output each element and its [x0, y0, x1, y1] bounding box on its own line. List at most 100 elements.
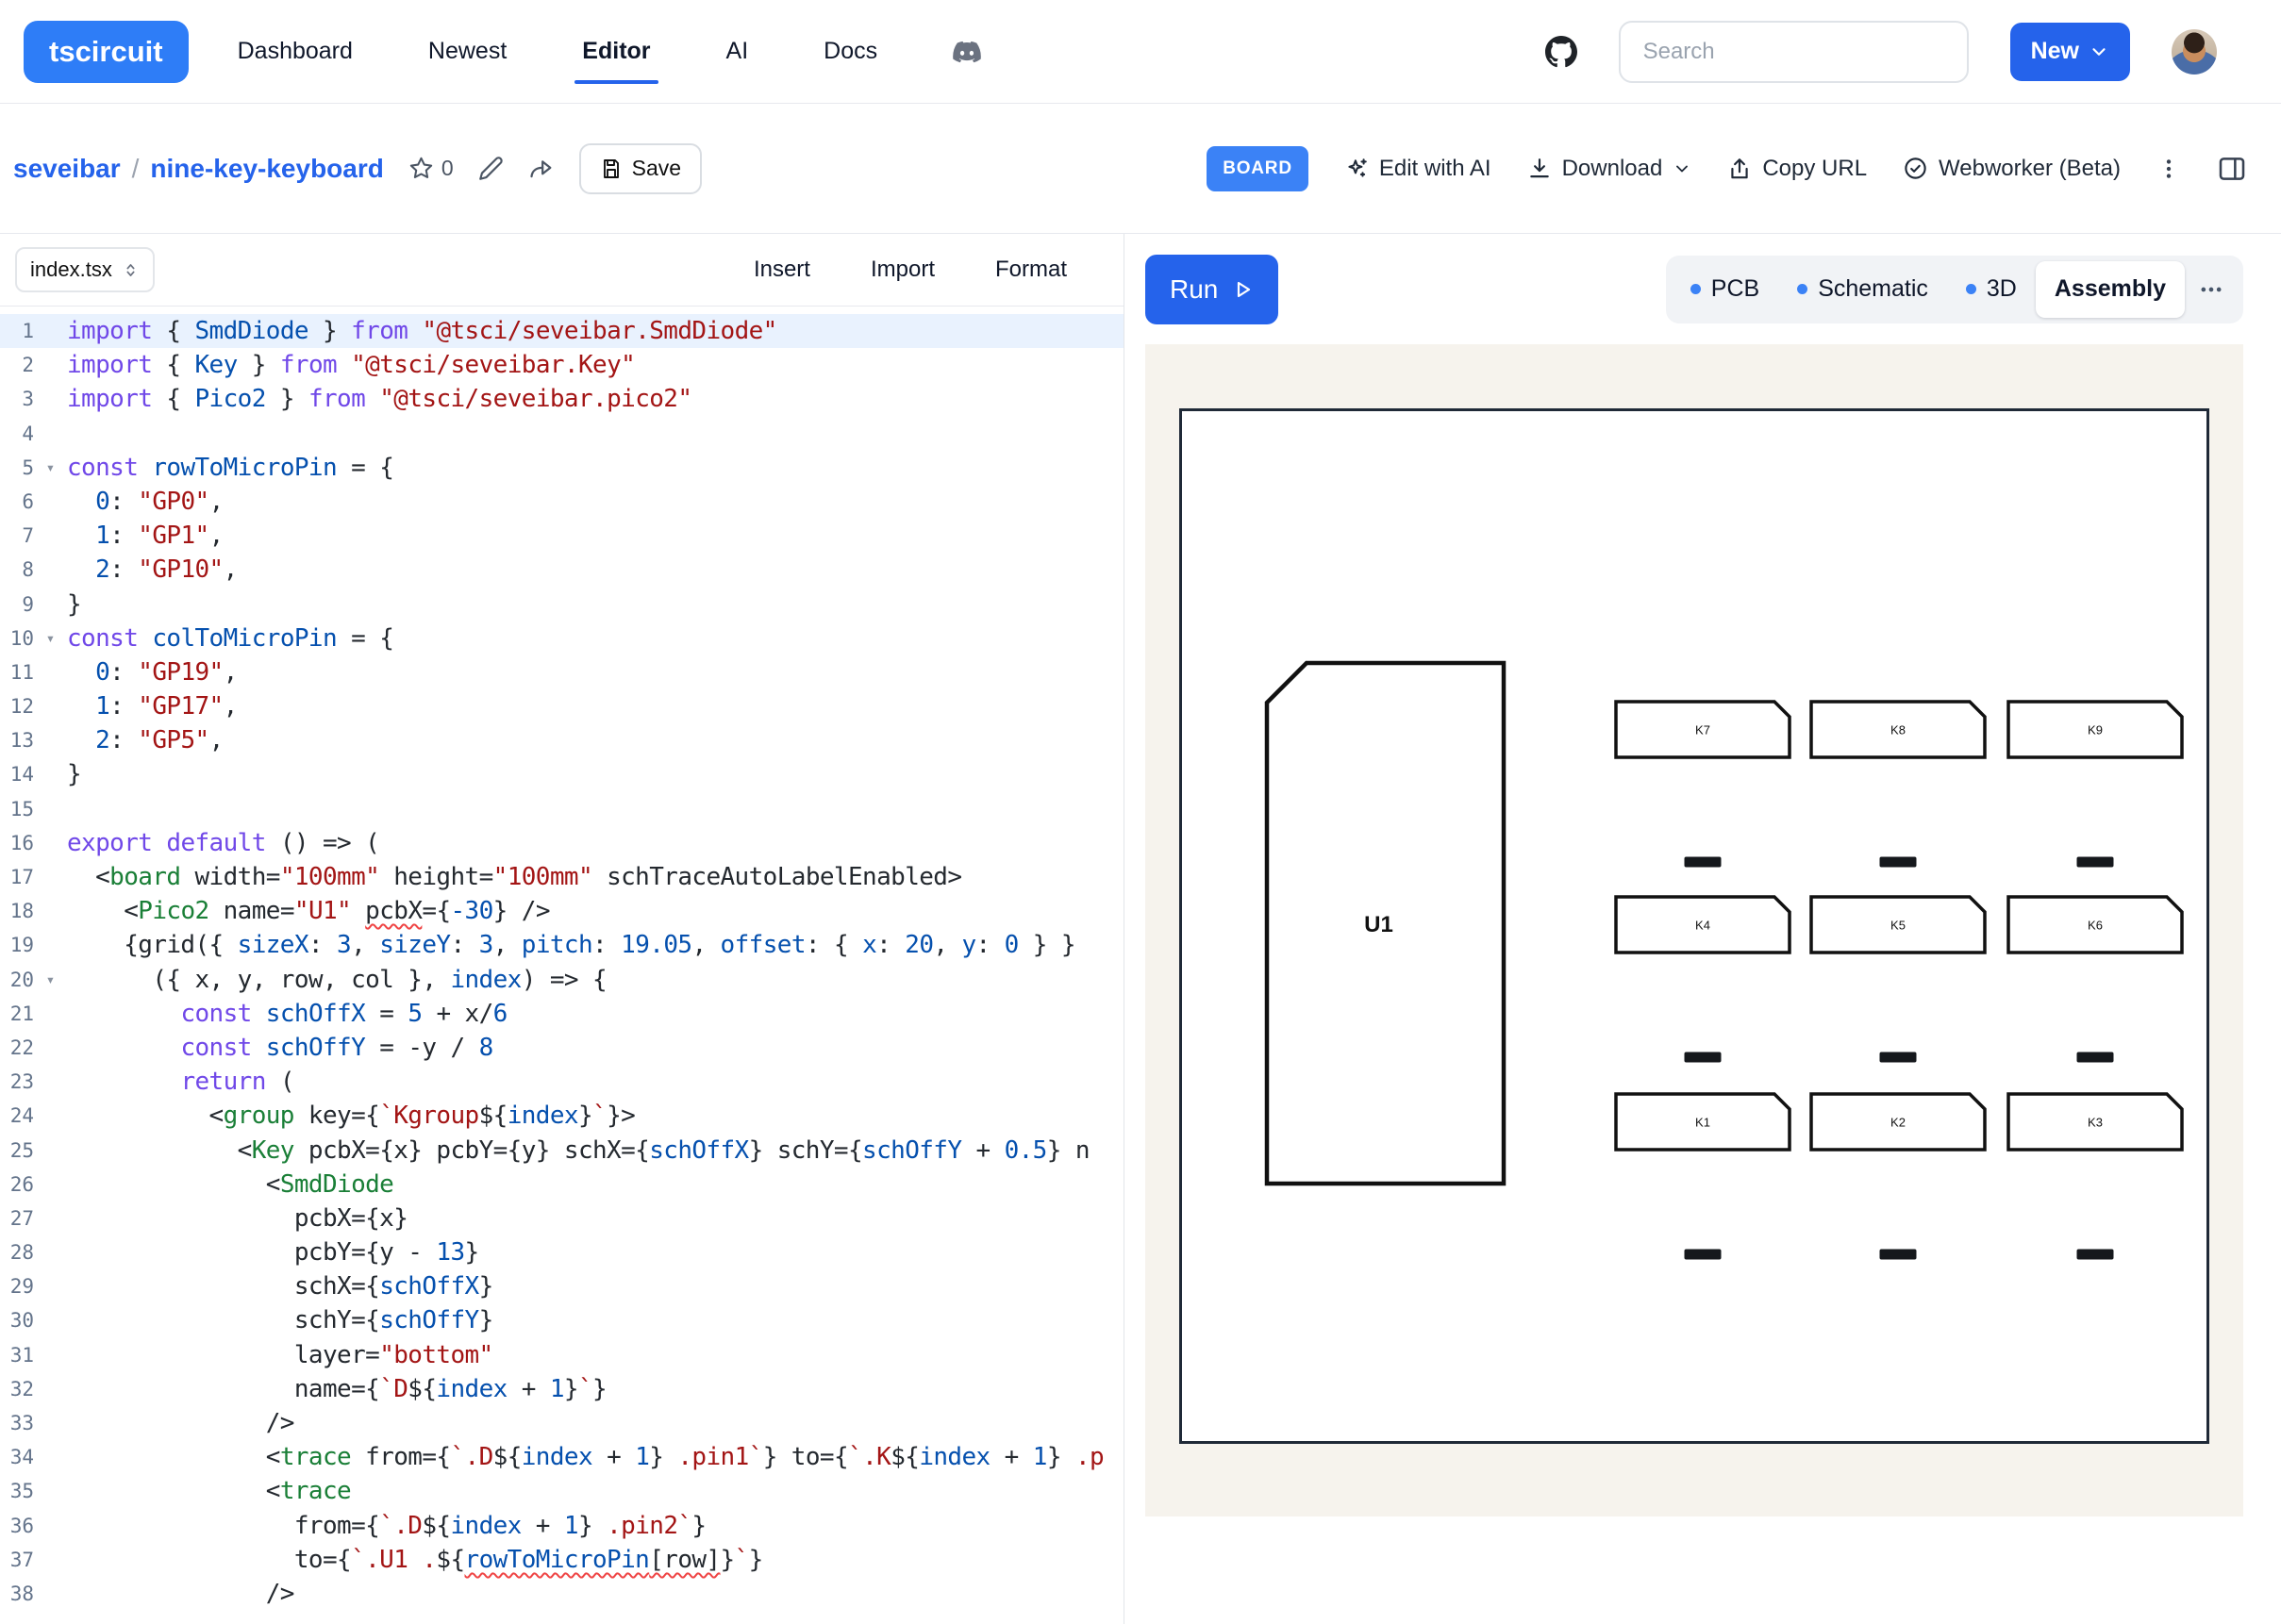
code-line[interactable]: 9} [0, 588, 1124, 621]
code-line[interactable]: 1import { SmdDiode } from "@tsci/seveiba… [0, 314, 1124, 348]
code-line[interactable]: 20▾ ({ x, y, row, col }, index) => { [0, 963, 1124, 997]
code-line[interactable]: 10▾const colToMicroPin = { [0, 621, 1124, 655]
edit-with-ai-button[interactable]: Edit with AI [1344, 156, 1491, 182]
code-line[interactable]: 11 0: "GP19", [0, 655, 1124, 689]
code-line[interactable]: 33 /> [0, 1406, 1124, 1440]
search-input[interactable] [1619, 21, 1969, 83]
fold-gutter [34, 1303, 67, 1337]
code-line[interactable]: 32 name={`D${index + 1}`} [0, 1372, 1124, 1406]
code-line[interactable]: 25 <Key pcbX={x} pcbY={y} schX={schOffX}… [0, 1134, 1124, 1168]
nav-item-newest[interactable]: Newest [428, 38, 507, 65]
nav-item-docs[interactable]: Docs [824, 38, 877, 65]
code-line[interactable]: 24 <group key={`Kgroup${index}`}> [0, 1099, 1124, 1133]
code-line[interactable]: 17 <board width="100mm" height="100mm" s… [0, 860, 1124, 894]
nav-item-editor[interactable]: Editor [582, 38, 650, 65]
file-tab-label: index.tsx [30, 257, 112, 282]
tab-schematic[interactable]: Schematic [1778, 261, 1947, 318]
save-button[interactable]: Save [579, 143, 702, 194]
github-icon[interactable] [1545, 36, 1577, 68]
code-line[interactable]: 37 to={`.U1 .${rowToMicroPin[row]}`} [0, 1543, 1124, 1577]
discord-icon[interactable] [953, 41, 981, 63]
code-line[interactable]: 34 <trace from={`.D${index + 1} .pin1`} … [0, 1440, 1124, 1474]
code-line[interactable]: 35 <trace [0, 1474, 1124, 1508]
line-number: 37 [0, 1543, 34, 1577]
code-line-text: {grid({ sizeX: 3, sizeY: 3, pitch: 19.05… [67, 928, 1075, 962]
tscircuit-logo[interactable]: tscircuit [24, 21, 189, 83]
assembly-canvas[interactable]: U1K7K8K9K4K5K6K1K2K3 [1145, 344, 2243, 1516]
code-line[interactable]: 13 2: "GP5", [0, 723, 1124, 757]
code-line-text: 0: "GP19", [67, 655, 238, 689]
code-line[interactable]: 4 [0, 417, 1124, 451]
line-number: 29 [0, 1269, 34, 1303]
fold-gutter [34, 314, 67, 348]
code-line[interactable]: 31 layer="bottom" [0, 1338, 1124, 1372]
code-line[interactable]: 19 {grid({ sizeX: 3, sizeY: 3, pitch: 19… [0, 928, 1124, 962]
menu-import[interactable]: Import [871, 257, 935, 283]
code-line[interactable]: 15 [0, 792, 1124, 826]
code-line[interactable]: 38 /> [0, 1577, 1124, 1611]
code-line[interactable]: 16export default () => ( [0, 826, 1124, 860]
webworker-toggle[interactable]: Webworker (Beta) [1903, 156, 2121, 182]
fold-gutter [34, 1440, 67, 1474]
menu-format[interactable]: Format [995, 257, 1067, 283]
share-icon [528, 156, 555, 182]
code-line[interactable]: 36 from={`.D${index + 1} .pin2`} [0, 1509, 1124, 1543]
code-line-text: <Pico2 name="U1" pcbX={-30} /> [67, 894, 550, 928]
panel-toggle-button[interactable] [2217, 154, 2247, 184]
share-button[interactable] [528, 156, 555, 182]
fold-chevron-icon[interactable]: ▾ [34, 963, 67, 997]
menu-insert[interactable]: Insert [754, 257, 810, 283]
code-line-text: to={`.U1 .${rowToMicroPin[row]}`} [67, 1543, 763, 1577]
code-line[interactable]: 18 <Pico2 name="U1" pcbX={-30} /> [0, 894, 1124, 928]
chevrons-up-down-icon [122, 261, 140, 279]
code-line[interactable]: 6 0: "GP0", [0, 485, 1124, 519]
tab-assembly[interactable]: Assembly [2036, 261, 2185, 318]
avatar[interactable] [2172, 29, 2217, 75]
code-line[interactable]: 7 1: "GP1", [0, 519, 1124, 553]
breadcrumb-owner[interactable]: seveibar [13, 154, 121, 184]
star-button[interactable]: 0 [408, 156, 454, 181]
code-line[interactable]: 5▾const rowToMicroPin = { [0, 451, 1124, 485]
line-number: 2 [0, 348, 34, 382]
rename-button[interactable] [478, 156, 504, 181]
code-line[interactable]: 21 const schOffX = 5 + x/6 [0, 997, 1124, 1031]
line-number: 32 [0, 1372, 34, 1406]
code-line-text: <trace from={`.D${index + 1} .pin1`} to=… [67, 1440, 1104, 1474]
view-tabs-overflow-button[interactable] [2185, 276, 2238, 303]
code-line[interactable]: 23 return ( [0, 1065, 1124, 1099]
code-line[interactable]: 3import { Pico2 } from "@tsci/seveibar.p… [0, 382, 1124, 416]
code-line-text: const schOffY = -y / 8 [67, 1031, 493, 1065]
fold-chevron-icon[interactable]: ▾ [34, 621, 67, 655]
code-line[interactable]: 22 const schOffY = -y / 8 [0, 1031, 1124, 1065]
copy-url-button[interactable]: Copy URL [1727, 156, 1867, 182]
code-area[interactable]: 1import { SmdDiode } from "@tsci/seveiba… [0, 307, 1124, 1624]
star-count: 0 [441, 156, 454, 181]
code-line[interactable]: 2import { Key } from "@tsci/seveibar.Key… [0, 348, 1124, 382]
code-line[interactable]: 27 pcbX={x} [0, 1201, 1124, 1235]
code-line[interactable]: 8 2: "GP10", [0, 553, 1124, 587]
code-line[interactable]: 26 <SmdDiode [0, 1168, 1124, 1201]
tab-3d[interactable]: 3D [1947, 261, 2036, 318]
board-badge[interactable]: BOARD [1207, 146, 1308, 191]
tab-pcb[interactable]: PCB [1672, 261, 1778, 318]
code-line[interactable]: 29 schX={schOffX} [0, 1269, 1124, 1303]
download-button[interactable]: Download [1527, 156, 1692, 182]
nav-item-ai[interactable]: AI [726, 38, 749, 65]
status-dot [1966, 284, 1976, 294]
code-line[interactable]: 30 schY={schOffY} [0, 1303, 1124, 1337]
more-menu-button[interactable] [2156, 157, 2181, 181]
new-button[interactable]: New [2010, 23, 2130, 81]
line-number: 8 [0, 553, 34, 587]
code-line[interactable]: 28 pcbY={y - 13} [0, 1235, 1124, 1269]
project-actions: BOARD Edit with AI Download Copy URL Web… [1207, 146, 2247, 191]
code-line[interactable]: 12 1: "GP17", [0, 689, 1124, 723]
fold-chevron-icon[interactable]: ▾ [34, 451, 67, 485]
breadcrumb-project-name[interactable]: nine-key-keyboard [150, 154, 383, 184]
nav-item-dashboard[interactable]: Dashboard [238, 38, 353, 65]
code-line-text: 2: "GP5", [67, 723, 224, 757]
play-icon [1231, 278, 1254, 301]
file-tab-selector[interactable]: index.tsx [15, 247, 155, 292]
fold-gutter [34, 1065, 67, 1099]
run-button[interactable]: Run [1145, 255, 1278, 324]
code-line[interactable]: 14} [0, 757, 1124, 791]
